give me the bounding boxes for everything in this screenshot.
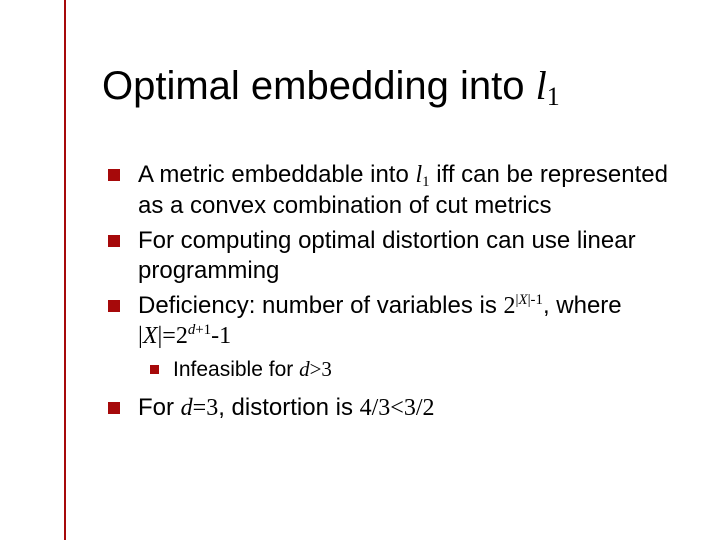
- b4-eq3: =3: [193, 395, 219, 421]
- b3-mid: , where: [543, 292, 622, 319]
- b1-p0: A metric embeddable into: [138, 161, 416, 188]
- sub-bullet-1: Infeasible for d>3: [150, 357, 668, 383]
- bullet-3-text: Deficiency: number of variables is 2|X|-…: [138, 291, 668, 352]
- b3-a: Deficiency: number of variables is: [138, 292, 503, 319]
- b3-e2: |-1: [528, 292, 543, 308]
- sb1-pref: Infeasible for: [173, 358, 299, 381]
- bullet-2: For computing optimal distortion can use…: [108, 226, 668, 285]
- sb1-d: d: [299, 357, 310, 381]
- b4-dist: , distortion is: [218, 394, 359, 421]
- bullet-icon: [150, 365, 159, 374]
- b4-frac: 4/3<3/2: [360, 395, 435, 421]
- bullet-icon: [108, 169, 120, 181]
- bullet-icon: [108, 235, 120, 247]
- title-l: l: [536, 63, 547, 108]
- accent-line: [64, 0, 66, 540]
- bullet-1-text: A metric embeddable into l1 iff can be r…: [138, 160, 668, 220]
- b3-p1: +1: [195, 322, 211, 338]
- bullet-4-text: For d=3, distortion is 4/3<3/2: [138, 393, 668, 423]
- bullet-icon: [108, 300, 120, 312]
- bullet-icon: [108, 402, 120, 414]
- bullet-4: For d=3, distortion is 4/3<3/2: [108, 393, 668, 423]
- sb1-gt3: >3: [310, 357, 332, 381]
- bullet-3: Deficiency: number of variables is 2|X|-…: [108, 291, 668, 352]
- bullet-2-text: For computing optimal distortion can use…: [138, 226, 668, 285]
- b4-for: For: [138, 394, 181, 421]
- b1-sub: 1: [422, 174, 429, 190]
- title-prefix: Optimal embedding into: [102, 64, 536, 108]
- b3-eX: X: [518, 292, 527, 308]
- b3-abs2: |=2: [157, 323, 187, 349]
- b4-d: d: [181, 395, 193, 421]
- title-sub: 1: [547, 82, 560, 111]
- slide-title: Optimal embedding into l1: [102, 62, 560, 112]
- b3-two: 2: [503, 293, 515, 319]
- b3-X: X: [143, 323, 158, 349]
- bullet-1: A metric embeddable into l1 iff can be r…: [108, 160, 668, 220]
- b3-tail: -1: [211, 323, 231, 349]
- sub-bullet-1-text: Infeasible for d>3: [173, 357, 332, 383]
- slide-body: A metric embeddable into l1 iff can be r…: [108, 160, 668, 429]
